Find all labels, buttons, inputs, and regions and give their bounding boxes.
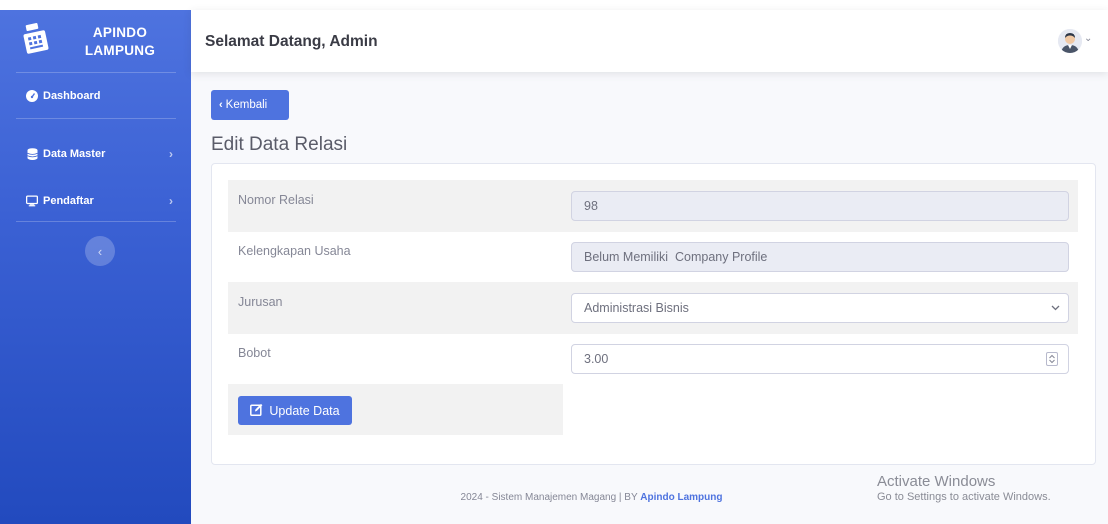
form-row-bobot: Bobot 3.00 bbox=[228, 333, 1078, 385]
bobot-value: 3.00 bbox=[584, 352, 609, 366]
page-title: Edit Data Relasi bbox=[211, 134, 348, 155]
edit-icon bbox=[250, 403, 263, 419]
back-button-label: Kembali bbox=[225, 99, 268, 111]
desktop-icon bbox=[26, 195, 38, 207]
sidebar-item-label: Pendaftar bbox=[43, 195, 94, 207]
form-row-jurusan: Jurusan Administrasi Bisnis bbox=[228, 282, 1078, 334]
chevron-right-icon: › bbox=[169, 194, 173, 208]
sidebar-item-label: Dashboard bbox=[43, 90, 101, 102]
footer-text: 2024 - Sistem Manajemen Magang | BY bbox=[460, 492, 641, 503]
form-actions: Update Data bbox=[228, 384, 563, 435]
back-button[interactable]: ‹ Kembali bbox=[211, 90, 289, 120]
kelengkapan-usaha-field[interactable]: Belum Memiliki Company Profile bbox=[571, 242, 1069, 272]
sidebar-divider bbox=[16, 221, 176, 222]
brand[interactable]: APINDO LAMPUNG bbox=[0, 10, 191, 72]
kelengkapan-usaha-label: Kelengkapan Usaha bbox=[238, 244, 351, 258]
chevron-down-icon bbox=[1051, 303, 1060, 314]
jurusan-select[interactable]: Administrasi Bisnis bbox=[571, 293, 1069, 323]
form-row-nomor-relasi: Nomor Relasi 98 bbox=[228, 180, 1078, 232]
footer: 2024 - Sistem Manajemen Magang | BY Apin… bbox=[191, 492, 992, 503]
jurusan-label: Jurusan bbox=[238, 295, 283, 309]
sidebar-toggle-button[interactable]: ‹ bbox=[85, 236, 115, 266]
chevron-left-icon: ‹ bbox=[97, 243, 103, 259]
bobot-label: Bobot bbox=[238, 346, 271, 360]
sidebar: APINDO LAMPUNG Dashboard Data Master › P… bbox=[0, 10, 191, 524]
topbar: Selamat Datang, Admin ⌄ bbox=[191, 10, 1108, 72]
sidebar-divider bbox=[16, 118, 176, 119]
jurusan-value: Administrasi Bisnis bbox=[584, 301, 689, 315]
footer-brand-link[interactable]: Apindo Lampung bbox=[640, 492, 722, 503]
nomor-relasi-label: Nomor Relasi bbox=[238, 193, 314, 207]
cash-register-icon bbox=[23, 22, 49, 56]
brand-line1: APINDO bbox=[92, 25, 148, 40]
welcome-text: Selamat Datang, Admin bbox=[205, 33, 378, 50]
brand-line2: LAMPUNG bbox=[84, 43, 156, 58]
tachometer-icon bbox=[26, 90, 38, 102]
watermark-title: Activate Windows bbox=[877, 473, 996, 490]
sidebar-item-label: Data Master bbox=[43, 148, 106, 160]
form-row-kelengkapan-usaha: Kelengkapan Usaha Belum Memiliki Company… bbox=[228, 231, 1078, 283]
brand-name: APINDO LAMPUNG bbox=[70, 24, 170, 60]
kelengkapan-usaha-value: Belum Memiliki Company Profile bbox=[584, 250, 768, 264]
number-spinner-icon[interactable] bbox=[1046, 352, 1058, 366]
sidebar-item-data-master[interactable]: Data Master › bbox=[0, 142, 191, 166]
chevron-down-icon[interactable]: ⌄ bbox=[1084, 33, 1092, 44]
bobot-input[interactable]: 3.00 bbox=[571, 344, 1069, 374]
nomor-relasi-value: 98 bbox=[584, 199, 598, 213]
database-icon bbox=[26, 148, 38, 160]
sidebar-item-dashboard[interactable]: Dashboard bbox=[0, 84, 191, 108]
sidebar-item-pendaftar[interactable]: Pendaftar › bbox=[0, 189, 191, 213]
update-data-button[interactable]: Update Data bbox=[238, 396, 352, 425]
chevron-right-icon: › bbox=[169, 147, 173, 161]
update-data-label: Update Data bbox=[269, 403, 340, 418]
nomor-relasi-field[interactable]: 98 bbox=[571, 191, 1069, 221]
top-strip bbox=[0, 0, 1108, 10]
sidebar-divider bbox=[16, 72, 176, 73]
chevron-left-icon: ‹ bbox=[219, 99, 223, 111]
user-avatar-icon[interactable] bbox=[1058, 29, 1082, 53]
